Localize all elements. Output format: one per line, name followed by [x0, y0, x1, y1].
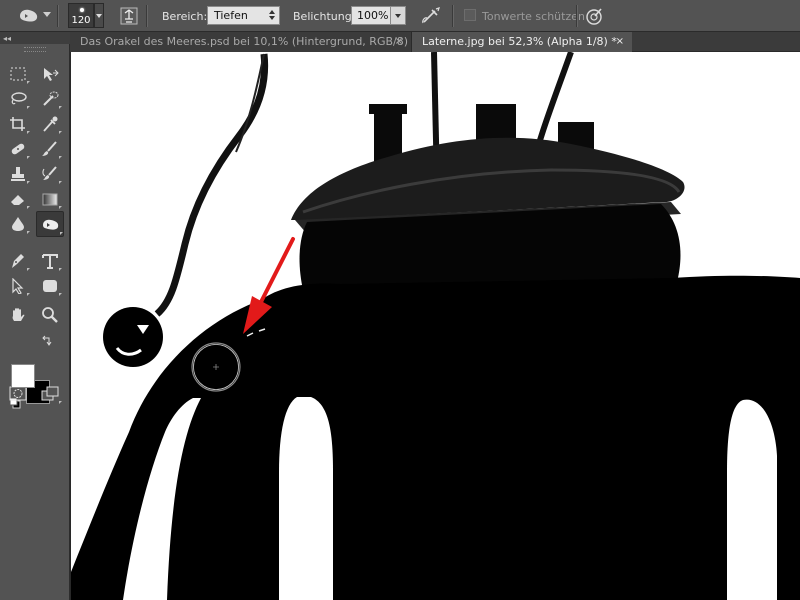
blur-icon[interactable] — [6, 213, 30, 235]
quick-selection-icon[interactable] — [38, 88, 62, 110]
panel-grip[interactable] — [24, 47, 46, 52]
tab-label: Laterne.jpg bei 52,3% (Alpha 1/8) * — [422, 35, 617, 48]
burn-tool-icon[interactable] — [36, 211, 64, 237]
tool-preset-dropdown[interactable] — [43, 12, 51, 17]
tab-orakel-des-meeres[interactable]: Das Orakel des Meeres.psd bei 10,1% (Hin… — [70, 32, 412, 68]
zoom-icon[interactable] — [38, 304, 62, 326]
brush-tip-icon — [80, 8, 84, 12]
toolbox-header: ◂◂ — [0, 32, 70, 44]
gradient-icon[interactable] — [38, 188, 62, 210]
spot-healing-icon[interactable] — [6, 138, 30, 160]
document-canvas[interactable] — [71, 52, 800, 600]
divider — [57, 5, 58, 27]
range-select[interactable]: Tiefen — [207, 6, 280, 25]
document-tab-bar: Das Orakel des Meeres.psd bei 10,1% (Hin… — [70, 32, 800, 68]
shape-icon[interactable] — [38, 275, 62, 297]
foreground-color-swatch[interactable] — [11, 364, 35, 388]
close-icon[interactable]: × — [616, 32, 624, 52]
brush-icon[interactable] — [38, 138, 62, 160]
tab-laterne[interactable]: Laterne.jpg bei 52,3% (Alpha 1/8) * × — [412, 32, 632, 52]
lasso-icon[interactable] — [6, 88, 30, 110]
range-label: Bereich: — [162, 10, 208, 23]
exposure-input[interactable]: 100% — [351, 6, 391, 25]
select-arrows-icon — [269, 10, 275, 20]
pressure-size-icon[interactable] — [584, 6, 604, 26]
options-bar: 120 Bereich: Tiefen Belichtung: 100% Ton… — [0, 0, 800, 32]
path-selection-icon[interactable] — [6, 275, 30, 297]
rectangular-marquee-icon[interactable] — [6, 63, 30, 85]
airbrush-icon[interactable] — [421, 7, 441, 25]
type-icon[interactable] — [38, 250, 62, 272]
divider — [576, 5, 577, 27]
exposure-value: 100% — [357, 9, 389, 22]
divider — [452, 5, 453, 27]
brush-panel-toggle-icon[interactable] — [120, 7, 138, 25]
hand-icon[interactable] — [6, 304, 30, 326]
crop-icon[interactable] — [6, 113, 30, 135]
range-value: Tiefen — [214, 9, 248, 22]
burn-tool-icon[interactable] — [18, 6, 40, 26]
protect-tones-checkbox[interactable] — [464, 9, 476, 21]
screen-mode-icon[interactable] — [38, 383, 62, 405]
brush-dropdown-button[interactable] — [94, 3, 104, 28]
brush-size: 120 — [71, 15, 91, 26]
eyedropper-icon[interactable] — [38, 113, 62, 135]
exposure-label: Belichtung: — [293, 10, 356, 23]
toolbox-panel: ◂◂ — [0, 32, 70, 600]
exposure-dropdown-button[interactable] — [390, 6, 406, 25]
pen-icon[interactable] — [6, 250, 30, 272]
lantern-alpha-channel-image — [71, 52, 800, 600]
eraser-icon[interactable] — [6, 188, 30, 210]
move-icon[interactable] — [38, 63, 62, 85]
protect-tones-label: Tonwerte schützen — [482, 10, 585, 23]
clone-stamp-icon[interactable] — [6, 163, 30, 185]
swap-colors-icon[interactable] — [41, 332, 53, 346]
divider — [146, 5, 147, 27]
brush-preset-picker[interactable]: 120 — [68, 3, 94, 28]
collapse-icon[interactable]: ◂◂ — [3, 34, 11, 43]
close-icon[interactable]: × — [395, 32, 403, 52]
history-brush-icon[interactable] — [38, 163, 62, 185]
